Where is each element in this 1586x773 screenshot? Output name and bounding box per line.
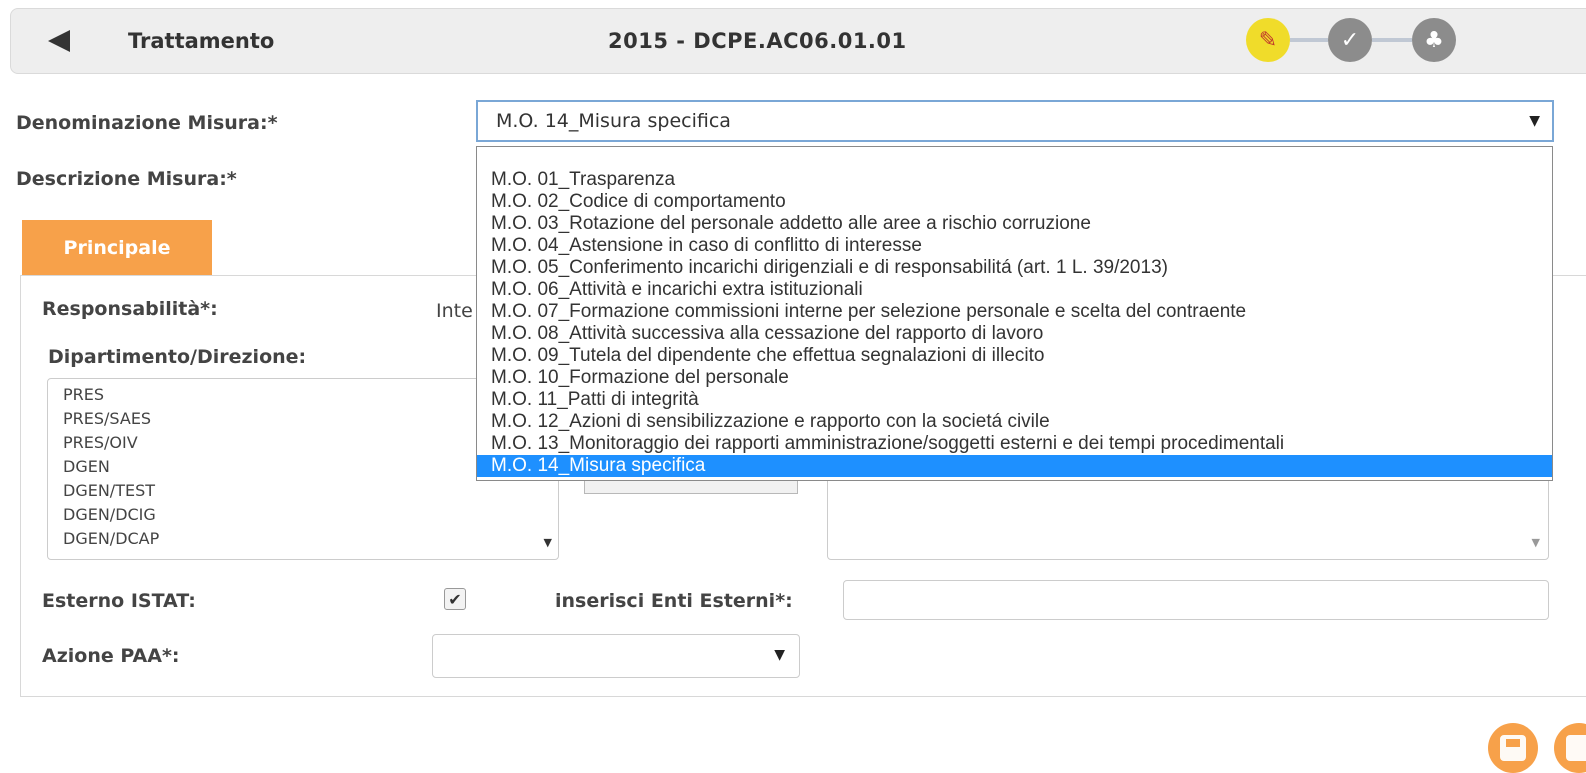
list-item[interactable]: PRES/OIV: [63, 433, 138, 452]
dropdown-option[interactable]: M.O. 08_Attività successiva alla cessazi…: [491, 323, 1043, 345]
dropdown-option[interactable]: M.O. 11_Patti di integrità: [491, 389, 699, 411]
dropdown-option[interactable]: M.O. 02_Codice di comportamento: [491, 191, 786, 213]
checkmark-icon: ✔: [448, 589, 462, 609]
dropdown-option[interactable]: M.O. 04_Astensione in caso di conflitto …: [491, 235, 922, 257]
list-item[interactable]: PRES/SAES: [63, 409, 151, 428]
check-icon[interactable]: ✓: [1328, 18, 1372, 62]
scroll-down-icon[interactable]: ▼: [1532, 536, 1540, 549]
enti-input[interactable]: [843, 580, 1549, 620]
users-glyph: ♣: [1424, 27, 1444, 53]
tab-principale[interactable]: Principale: [22, 220, 212, 275]
list-item[interactable]: DGEN/DCAP: [63, 529, 159, 548]
header-title: Trattamento: [128, 29, 275, 53]
denominazione-select[interactable]: M.O. 14_Misura specifica ▼: [476, 100, 1554, 142]
list-item[interactable]: DGEN: [63, 457, 110, 476]
dipartimento-label: Dipartimento/Direzione:: [48, 346, 307, 368]
pencil-glyph: ✎: [1258, 27, 1278, 53]
dropdown-option[interactable]: M.O. 09_Tutela del dipendente che effett…: [491, 345, 1044, 367]
dropdown-caret-icon: ▼: [774, 647, 785, 663]
descrizione-label: Descrizione Misura:*: [16, 168, 237, 190]
denominazione-label: Denominazione Misura:*: [16, 112, 278, 134]
step-connector: [1290, 38, 1328, 42]
denominazione-value: M.O. 14_Misura specifica: [496, 110, 731, 132]
pencil-icon[interactable]: ✎: [1246, 18, 1290, 62]
back-arrow-icon[interactable]: [48, 30, 70, 52]
azione-select[interactable]: ▼: [432, 634, 800, 678]
dropdown-caret-icon: ▼: [1529, 113, 1540, 129]
denominazione-dropdown-list[interactable]: M.O. 01_Trasparenza M.O. 02_Codice di co…: [476, 146, 1553, 481]
esterno-label: Esterno ISTAT:: [42, 590, 196, 612]
list-item[interactable]: PRES: [63, 385, 104, 404]
dropdown-option[interactable]: M.O. 12_Azioni di sensibilizzazione e ra…: [491, 411, 1050, 433]
enti-label: inserisci Enti Esterni*:: [555, 590, 793, 612]
responsabilita-value: Inte: [436, 300, 473, 322]
dropdown-option[interactable]: M.O. 06_Attività e incarichi extra istit…: [491, 279, 863, 301]
step-connector: [1372, 38, 1412, 42]
responsabilita-label: Responsabilità*:: [42, 298, 218, 320]
dropdown-option[interactable]: M.O. 07_Formazione commissioni interne p…: [491, 301, 1246, 323]
esterno-checkbox[interactable]: ✔: [444, 588, 466, 610]
users-icon[interactable]: ♣: [1412, 18, 1456, 62]
document-icon: [1566, 735, 1586, 761]
list-item[interactable]: DGEN/DCIG: [63, 505, 156, 524]
dropdown-option[interactable]: M.O. 01_Trasparenza: [491, 169, 675, 191]
save-icon: [1500, 735, 1526, 761]
dropdown-option[interactable]: M.O. 05_Conferimento incarichi dirigenzi…: [491, 257, 1168, 279]
azione-label: Azione PAA*:: [42, 645, 180, 667]
dropdown-option[interactable]: M.O. 13_Monitoraggio dei rapporti ammini…: [491, 433, 1284, 455]
dropdown-option-selected[interactable]: M.O. 14_Misura specifica: [477, 455, 1552, 477]
scroll-down-icon[interactable]: ▼: [544, 536, 552, 549]
check-glyph: ✓: [1340, 27, 1360, 53]
list-item[interactable]: DGEN/TEST: [63, 481, 155, 500]
dropdown-option[interactable]: M.O. 03_Rotazione del personale addetto …: [491, 213, 1091, 235]
record-code: 2015 - DCPE.AC06.01.01: [608, 29, 907, 53]
dropdown-option[interactable]: M.O. 10_Formazione del personale: [491, 367, 789, 389]
